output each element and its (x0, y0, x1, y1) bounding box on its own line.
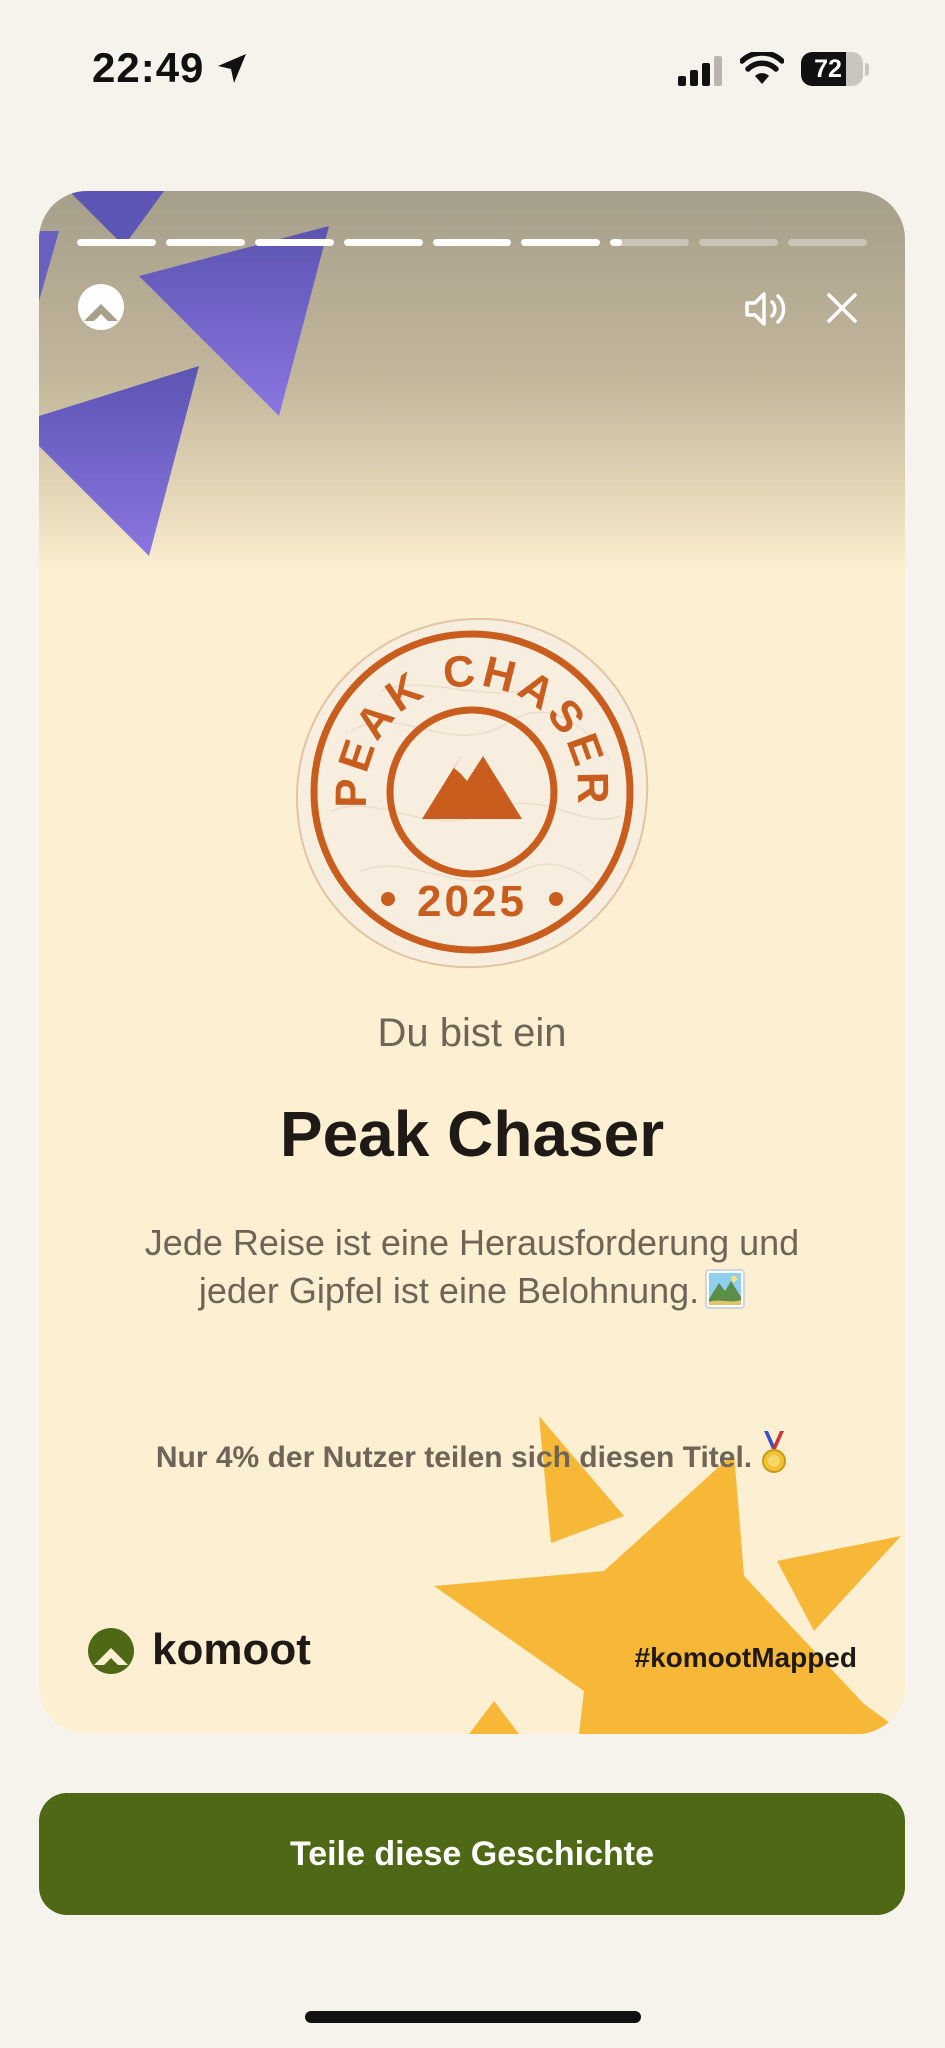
decor-triangle (777, 1536, 901, 1631)
story-description: Jede Reise ist eine Herausforderung und … (119, 1219, 825, 1315)
progress-segment (788, 239, 868, 246)
progress-segment (610, 239, 690, 246)
komoot-logo-icon (78, 284, 124, 330)
wifi-icon (740, 52, 784, 84)
progress-segment (521, 239, 601, 246)
decor-triangle (39, 366, 199, 556)
home-indicator[interactable] (305, 2011, 641, 2023)
close-icon[interactable] (825, 291, 859, 325)
progress-segment (254, 239, 334, 246)
komoot-wordmark: komoot (152, 1625, 311, 1674)
rarity-stat-text: Nur 4% der Nutzer teilen sich diesen Tit… (155, 1441, 753, 1474)
location-arrow-icon (218, 54, 246, 83)
progress-segment (699, 239, 779, 246)
komoot-logo-icon (88, 1628, 134, 1674)
cellular-signal-icon (678, 56, 722, 86)
decor-triangle (469, 1701, 519, 1734)
story-progress-bar (77, 239, 868, 247)
badge-year: 2025 (417, 877, 527, 926)
status-time: 22:49 (92, 44, 205, 91)
battery-indicator: 72 (801, 52, 863, 86)
story-title: Peak Chaser (279, 1098, 665, 1170)
story-screen: 22:49 72 PEAK CHASER 2025 Du bist ein Pe… (0, 0, 945, 2048)
medal-icon (762, 1431, 787, 1473)
progress-segment (343, 239, 423, 246)
progress-segment (432, 239, 512, 246)
story-subtitle: Du bist ein (377, 1011, 567, 1055)
rarity-stat: Nur 4% der Nutzer teilen sich diesen Tit… (39, 1431, 905, 1475)
volume-icon[interactable] (744, 289, 790, 329)
battery-percent: 72 (814, 55, 842, 83)
progress-segment (165, 239, 245, 246)
landscape-picture-icon (705, 1269, 746, 1309)
share-story-button[interactable]: Teile diese Geschichte (39, 1793, 905, 1915)
progress-segment (77, 239, 156, 246)
hashtag: #komootMapped (634, 1642, 857, 1673)
decor-triangle (39, 231, 59, 301)
decor-triangle (69, 191, 164, 246)
peak-chaser-badge: PEAK CHASER 2025 (295, 617, 649, 969)
story-card[interactable]: PEAK CHASER 2025 Du bist ein Peak Chaser… (39, 191, 905, 1734)
story-description-text: Jede Reise ist eine Herausforderung und … (144, 1222, 800, 1311)
battery-nub (865, 63, 869, 76)
